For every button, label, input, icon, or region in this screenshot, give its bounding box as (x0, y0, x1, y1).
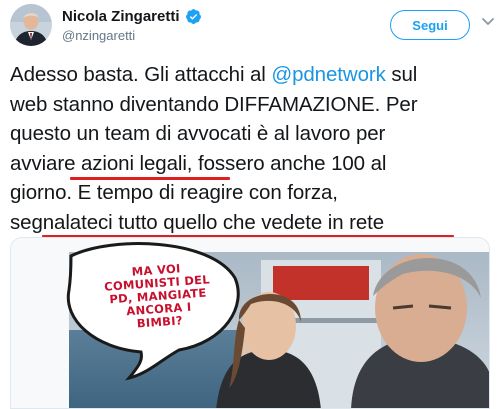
tweet-media-image[interactable]: MA VOI COMUNISTI DEL PD, MANGIATE ANCORA… (10, 237, 490, 409)
text-segment: avviare azioni legali, fossero anche 100… (10, 151, 387, 175)
text-segment: giorno. E tempo di reagire con forza, (10, 181, 338, 204)
tweet-text-line: giorno. E tempo di reagire con forza, (10, 178, 490, 208)
speech-bubble-text: MA VOI COMUNISTI DEL PD, MANGIATE ANCORA… (81, 259, 235, 334)
author-handle[interactable]: @nzingaretti (62, 28, 135, 43)
chevron-down-icon[interactable] (481, 14, 495, 28)
red-underline-annotation (70, 177, 230, 180)
tweet-text-line: web stanno diventando DIFFAMAZIONE. Per (10, 90, 490, 120)
person-portrait-icon (10, 4, 52, 46)
meme-photo (11, 238, 489, 408)
author-display-name[interactable]: Nicola Zingaretti (62, 8, 180, 25)
tweet-text: Adesso basta. Gli attacchi al @pdnetwork… (10, 60, 490, 237)
tweet-card: Nicola Zingaretti @nzingaretti Segui Ade… (0, 0, 500, 409)
author-name-row: Nicola Zingaretti (62, 8, 202, 25)
text-segment: sul (385, 63, 418, 86)
verified-badge-icon (185, 9, 201, 24)
text-segment: segnalateci tutto quello che vedete in r… (10, 210, 385, 234)
tweet-text-line: Adesso basta. Gli attacchi al @pdnetwork… (10, 60, 490, 90)
mention-link[interactable]: @pdnetwork (271, 63, 386, 86)
follow-button[interactable]: Segui (390, 10, 470, 40)
tweet-text-line: segnalateci tutto quello che vedete in r… (10, 208, 490, 238)
text-segment: web stanno diventando DIFFAMAZIONE. Per (10, 92, 418, 116)
text-segment: Adesso basta. Gli attacchi al (10, 63, 272, 86)
tweet-text-line: questo un team di avvocati è al lavoro p… (10, 119, 490, 149)
text-segment: questo un team di avvocati è al lavoro p… (10, 122, 386, 145)
tweet-text-line: avviare azioni legali, fossero anche 100… (10, 149, 490, 179)
avatar[interactable] (10, 4, 52, 46)
